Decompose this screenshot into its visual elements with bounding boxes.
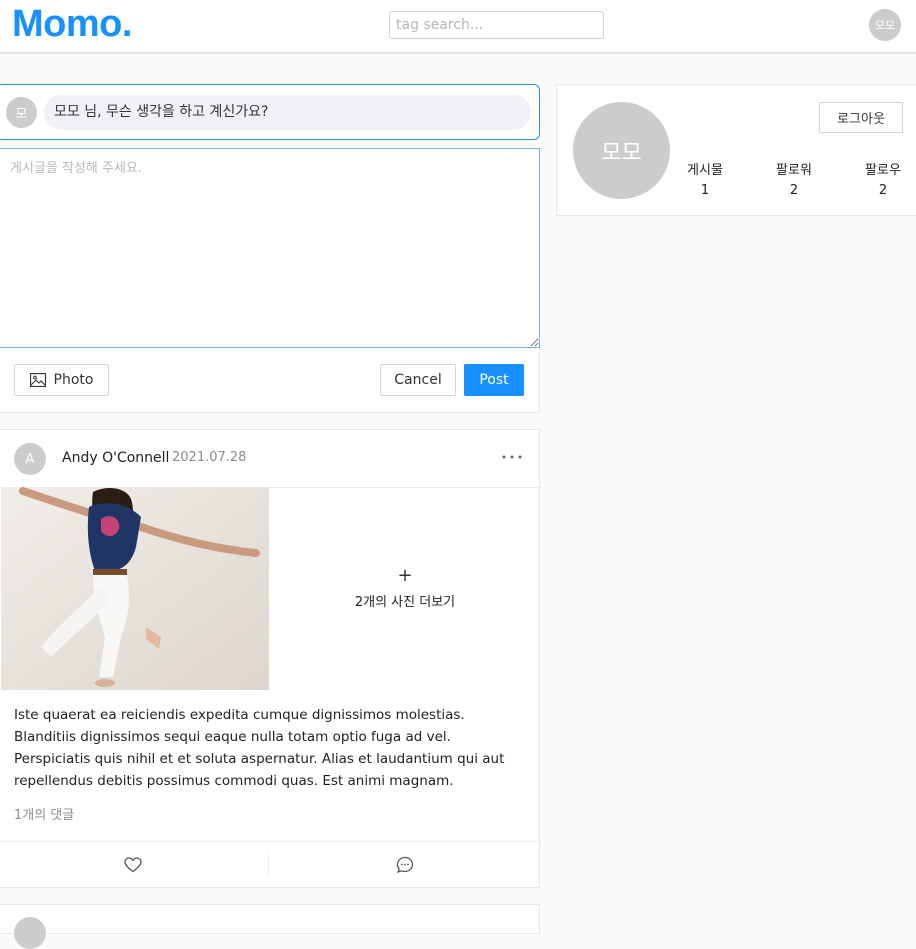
footer-separator bbox=[268, 854, 269, 876]
post-author-name[interactable]: Andy O'Connell bbox=[62, 450, 169, 466]
compose-actions: Photo Cancel Post bbox=[0, 348, 540, 413]
post-body: Iste quaerat ea reiciendis expedita cumq… bbox=[14, 707, 505, 789]
stat-followers-label: 팔로워 bbox=[776, 163, 812, 178]
compose-prompt[interactable]: 모모 님, 무슨 생각을 하고 계신가요? bbox=[44, 95, 531, 130]
logout-button[interactable]: 로그아웃 bbox=[819, 102, 903, 133]
stat-posts[interactable]: 게시물 1 bbox=[675, 159, 735, 198]
post-date: 2021.07.28 bbox=[172, 450, 247, 465]
more-dots-icon[interactable] bbox=[497, 446, 527, 468]
top-header: Momo. 모모 bbox=[0, 0, 916, 54]
heart-icon[interactable] bbox=[121, 853, 145, 877]
post-card: A Andy O'Connell 2021.07.28 + 2개의 사진 더보기… bbox=[0, 429, 541, 888]
app-logo[interactable]: Momo. bbox=[12, 3, 132, 46]
tag-search-input[interactable] bbox=[389, 11, 604, 39]
cancel-button[interactable]: Cancel bbox=[380, 364, 456, 396]
more-photos-button[interactable]: + 2개의 사진 더보기 bbox=[269, 487, 541, 690]
photo-button-label: Photo bbox=[53, 372, 94, 388]
stat-followers[interactable]: 팔로워 2 bbox=[764, 159, 824, 198]
next-post-card bbox=[0, 904, 540, 949]
plus-icon: + bbox=[397, 565, 413, 586]
stat-following-label: 팔로우 bbox=[865, 163, 901, 178]
photo-button[interactable]: Photo bbox=[14, 364, 109, 396]
post-footer-divider bbox=[0, 841, 541, 842]
post-button[interactable]: Post bbox=[464, 364, 524, 396]
profile-card: 모모 로그아웃 게시물 1 팔로워 2 팔로우 2 bbox=[556, 84, 916, 216]
profile-avatar[interactable]: 모모 bbox=[573, 102, 670, 199]
image-icon bbox=[29, 373, 46, 387]
comments-count-link[interactable]: 1개의 댓글 bbox=[14, 804, 74, 823]
speech-bubble-icon[interactable] bbox=[393, 853, 417, 877]
stat-followers-value: 2 bbox=[789, 183, 799, 198]
next-post-avatar bbox=[14, 917, 46, 949]
stat-following[interactable]: 팔로우 2 bbox=[853, 159, 913, 198]
compose-bar: 모 모모 님, 무슨 생각을 하고 계신가요? bbox=[0, 84, 540, 140]
stat-posts-label: 게시물 bbox=[687, 163, 723, 178]
post-photo[interactable] bbox=[1, 487, 269, 690]
post-author-avatar[interactable]: A bbox=[14, 443, 46, 475]
post-textarea[interactable] bbox=[0, 148, 540, 348]
compose-avatar: 모 bbox=[6, 97, 37, 128]
stat-posts-value: 1 bbox=[700, 183, 710, 198]
stat-following-value: 2 bbox=[878, 183, 888, 198]
header-avatar[interactable]: 모모 bbox=[869, 9, 901, 41]
more-photos-label: 2개의 사진 더보기 bbox=[354, 595, 456, 610]
